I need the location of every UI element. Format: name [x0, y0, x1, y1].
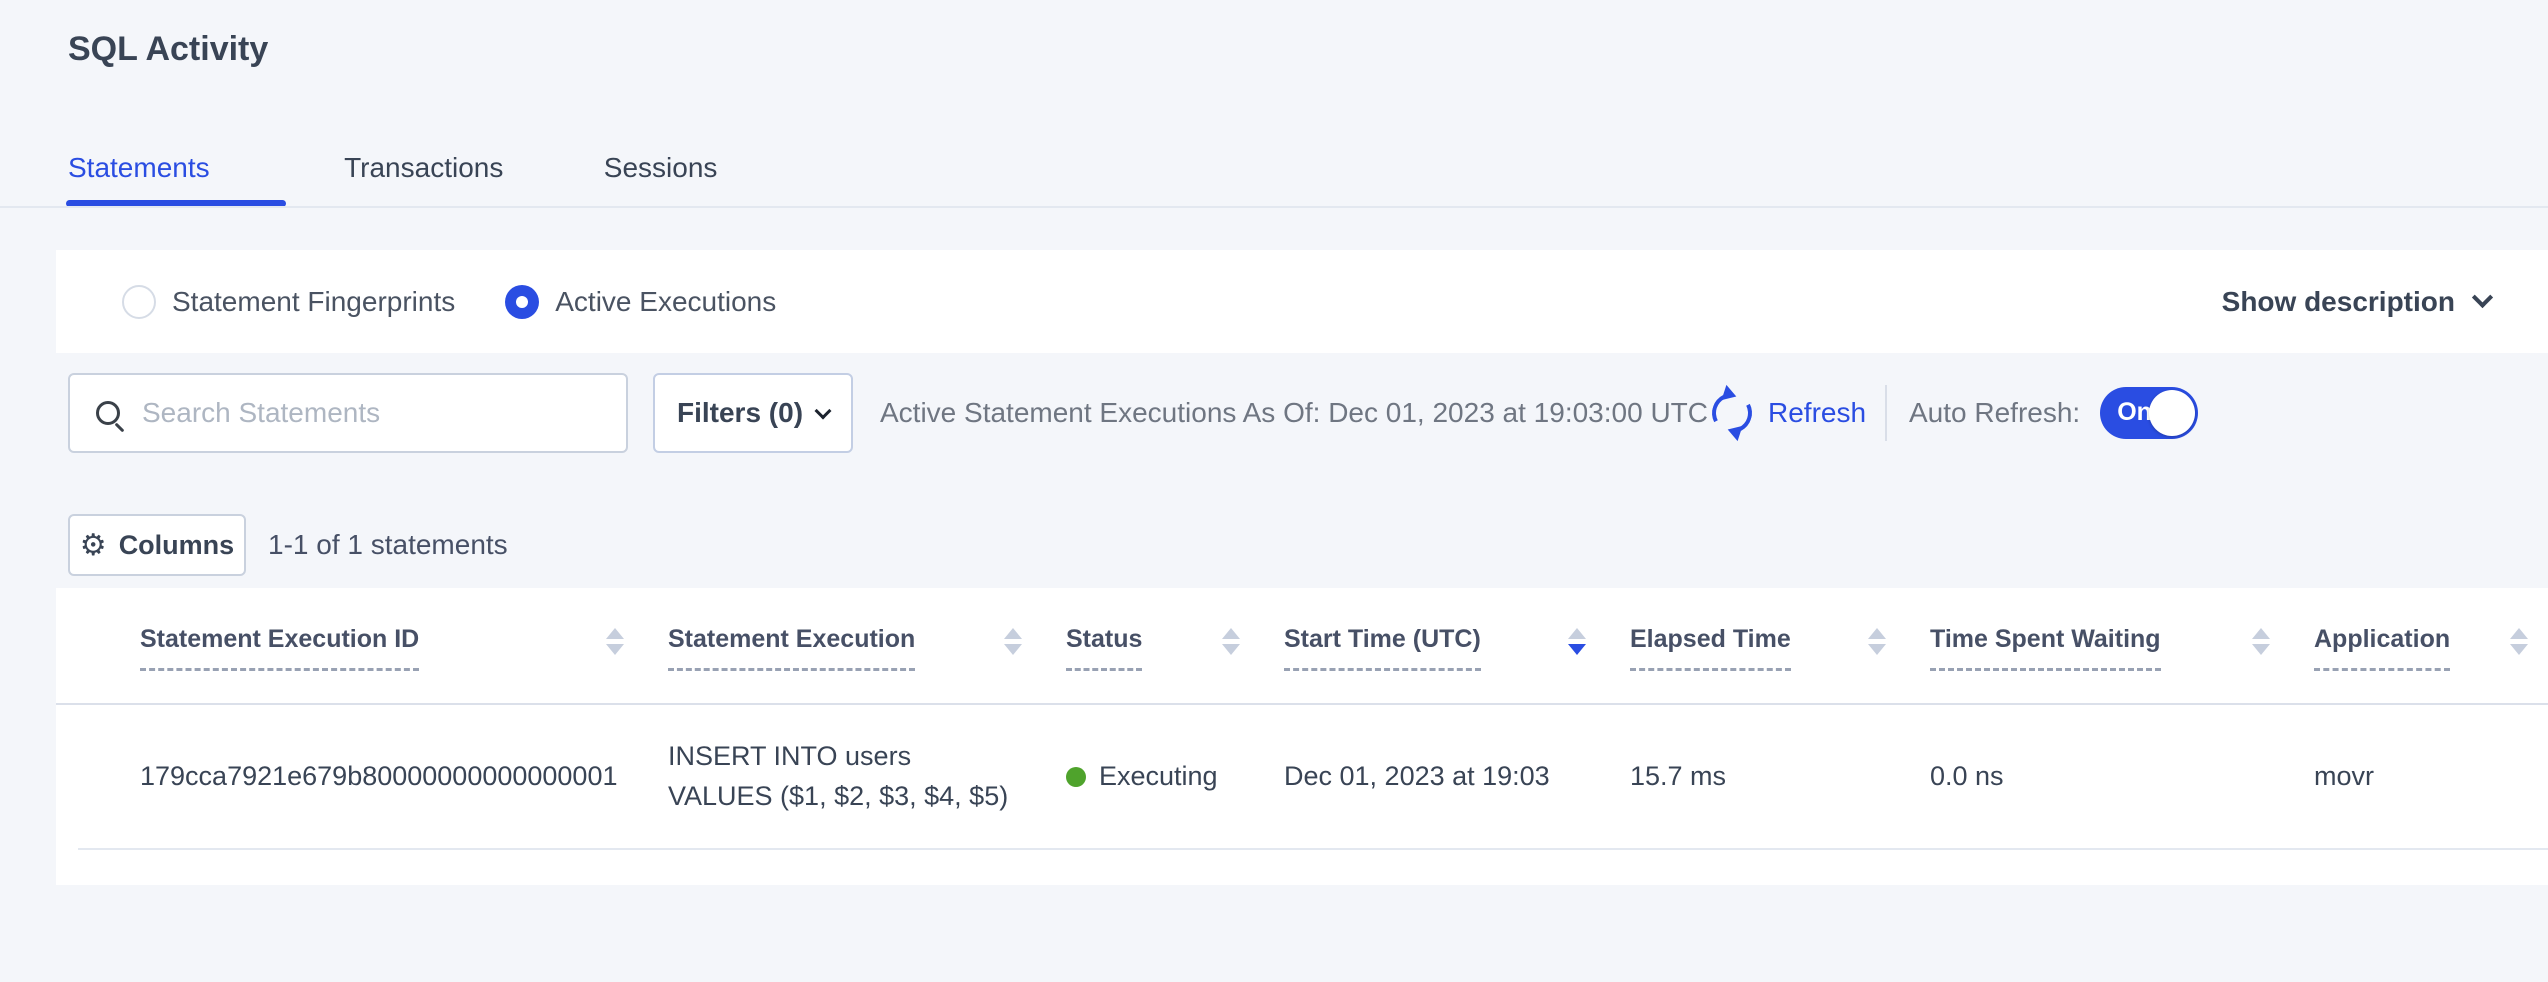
auto-refresh-toggle[interactable]: On: [2100, 387, 2198, 439]
radio-label: Statement Fingerprints: [172, 286, 455, 318]
cell-status: Executing: [1066, 761, 1284, 792]
sort-control[interactable]: [606, 628, 624, 655]
controls-row: Filters (0) Active Statement Executions …: [0, 373, 2548, 453]
table-toolbar: ⚙ Columns 1-1 of 1 statements: [0, 514, 2548, 576]
row-bottom-border: [78, 848, 2548, 850]
auto-refresh-control: Auto Refresh: On: [1909, 373, 2198, 453]
filters-button[interactable]: Filters (0): [653, 373, 853, 453]
radio-unselected-icon[interactable]: [122, 285, 156, 319]
radio-active-executions[interactable]: Active Executions: [505, 285, 776, 319]
result-count: 1-1 of 1 statements: [268, 514, 508, 576]
tab-statements[interactable]: Statements: [68, 142, 244, 184]
refresh-label: Refresh: [1768, 397, 1866, 429]
search-icon: [96, 401, 120, 425]
sort-control[interactable]: [1868, 628, 1886, 655]
table-row[interactable]: 179cca7921e679b80000000000000001 INSERT …: [56, 705, 2548, 848]
sql-activity-tabs: Statements Transactions Sessions: [68, 142, 2548, 208]
tab-sessions[interactable]: Sessions: [604, 142, 718, 184]
tabs-bottom-border: [0, 206, 2548, 208]
tab-transactions[interactable]: Transactions: [344, 142, 503, 184]
columns-label: Columns: [119, 530, 235, 561]
cell-application: movr: [2314, 761, 2548, 792]
header-statement-execution[interactable]: Statement Execution: [668, 626, 1066, 671]
cell-statement[interactable]: INSERT INTO users VALUES ($1, $2, $3, $4…: [668, 737, 1066, 815]
status-label: Executing: [1099, 761, 1218, 792]
header-status[interactable]: Status: [1066, 626, 1284, 671]
sort-control[interactable]: [2510, 628, 2528, 655]
view-mode-radio-group: Statement Fingerprints Active Executions: [122, 285, 776, 319]
toggle-knob: [2149, 390, 2195, 436]
vertical-divider: [1885, 385, 1887, 441]
chevron-down-icon: [2472, 287, 2493, 308]
show-description-label: Show description: [2222, 286, 2455, 318]
statements-table: Statement Execution ID Statement Executi…: [56, 588, 2548, 885]
chevron-down-icon: [815, 402, 832, 419]
sort-control[interactable]: [1004, 628, 1022, 655]
sort-control[interactable]: [1222, 628, 1240, 655]
show-description-button[interactable]: Show description: [2222, 250, 2490, 353]
header-start-time[interactable]: Start Time (UTC): [1284, 626, 1630, 671]
search-input[interactable]: [142, 397, 582, 429]
cell-execution-id[interactable]: 179cca7921e679b80000000000000001: [140, 761, 668, 792]
header-elapsed-time[interactable]: Elapsed Time: [1630, 626, 1930, 671]
header-time-spent-waiting[interactable]: Time Spent Waiting: [1930, 626, 2314, 671]
radio-statement-fingerprints[interactable]: Statement Fingerprints: [122, 285, 455, 319]
sort-control-active-desc[interactable]: [1568, 628, 1586, 655]
refresh-icon: [1707, 388, 1757, 438]
header-application[interactable]: Application: [2314, 626, 2548, 671]
columns-button[interactable]: ⚙ Columns: [68, 514, 246, 576]
view-mode-card: Statement Fingerprints Active Executions…: [56, 250, 2548, 353]
filters-label: Filters (0): [677, 397, 803, 429]
cell-elapsed-time: 15.7 ms: [1630, 761, 1930, 792]
cell-start-time: Dec 01, 2023 at 19:03: [1284, 761, 1630, 792]
toggle-state-label: On: [2117, 398, 2152, 427]
radio-label: Active Executions: [555, 286, 776, 318]
auto-refresh-label: Auto Refresh:: [1909, 397, 2080, 429]
status-executing-dot-icon: [1066, 767, 1086, 787]
as-of-text: Active Statement Executions As Of: Dec 0…: [880, 373, 1708, 453]
table-header-row: Statement Execution ID Statement Executi…: [56, 588, 2548, 705]
header-statement-execution-id[interactable]: Statement Execution ID: [140, 626, 668, 671]
refresh-button[interactable]: Refresh: [1712, 373, 1866, 453]
search-box[interactable]: [68, 373, 628, 453]
cell-time-spent-waiting: 0.0 ns: [1930, 761, 2314, 792]
radio-selected-icon[interactable]: [505, 285, 539, 319]
gear-icon: ⚙: [80, 528, 107, 563]
page-title: SQL Activity: [68, 30, 268, 69]
sort-control[interactable]: [2252, 628, 2270, 655]
